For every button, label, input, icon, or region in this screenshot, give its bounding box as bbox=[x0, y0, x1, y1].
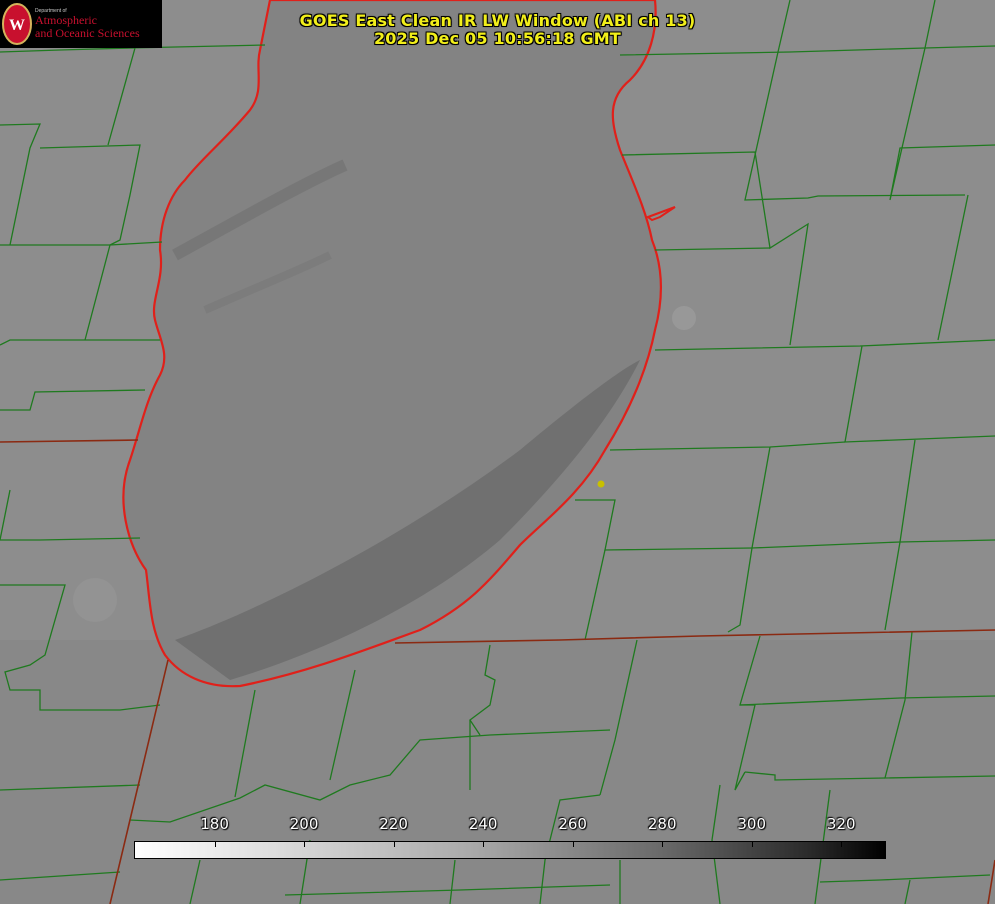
colorbar-tick-label: 280 bbox=[647, 815, 677, 833]
colorbar-tick-label: 240 bbox=[468, 815, 498, 833]
image-title: GOES East Clean IR LW Window (ABI ch 13) bbox=[299, 11, 696, 30]
colorbar-tick-mark bbox=[214, 842, 216, 847]
colorbar-tick-mark bbox=[572, 842, 574, 847]
image-timestamp: 2025 Dec 05 10:56:18 GMT bbox=[373, 29, 622, 48]
thermal-feature bbox=[672, 306, 696, 330]
land-shading-south bbox=[0, 640, 995, 904]
colorbar-tick-mark bbox=[662, 842, 664, 847]
colorbar-tick-mark bbox=[751, 842, 753, 847]
brightness-temperature-colorbar bbox=[134, 841, 886, 859]
station-marker bbox=[597, 480, 605, 488]
colorbar-tick-label: 180 bbox=[200, 815, 229, 833]
thermal-feature bbox=[73, 578, 117, 622]
ir-satellite-map bbox=[0, 0, 995, 904]
colorbar-tick-mark bbox=[393, 842, 395, 847]
colorbar-tick-label: 300 bbox=[737, 815, 767, 833]
colorbar-tick-label: 200 bbox=[289, 815, 319, 833]
colorbar-tick-mark bbox=[841, 842, 843, 847]
colorbar-tick-label: 220 bbox=[379, 815, 408, 833]
colorbar-tick-label: 320 bbox=[826, 815, 856, 833]
colorbar-tick-label: 260 bbox=[558, 815, 587, 833]
satellite-image-viewer: W Department of Atmospheric and Oceanic … bbox=[0, 0, 995, 904]
colorbar-tick-mark bbox=[304, 842, 306, 847]
colorbar-tick-mark bbox=[483, 842, 485, 847]
